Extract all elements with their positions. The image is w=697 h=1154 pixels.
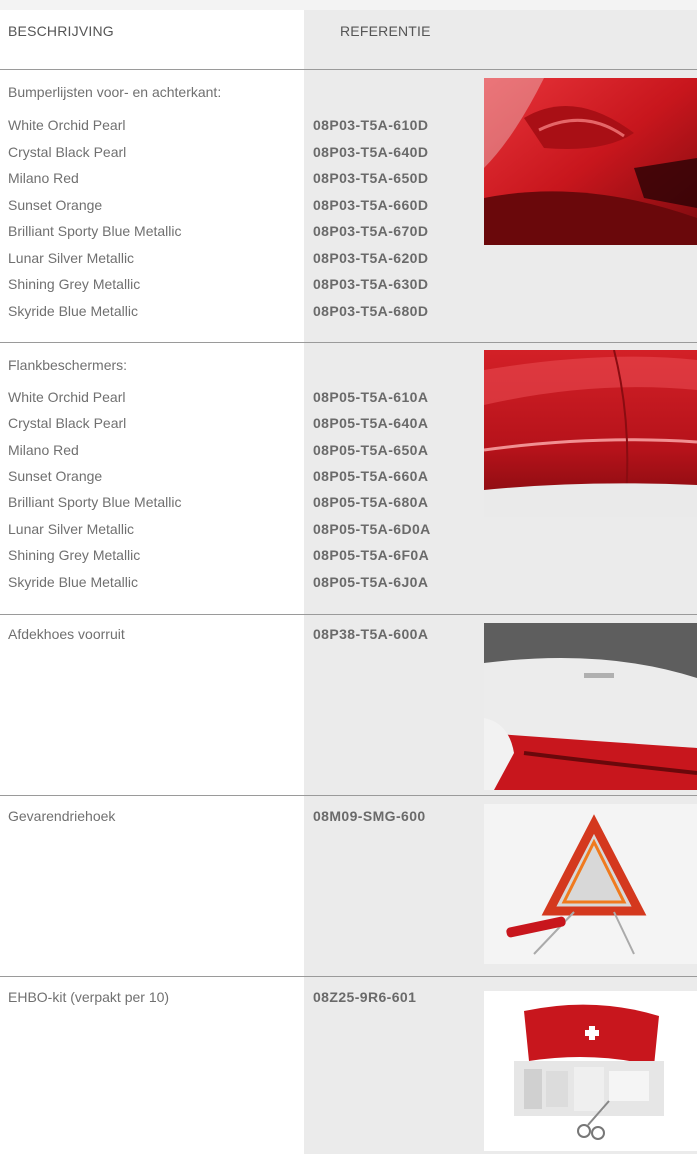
item-reference: 08P05-T5A-610A [313, 389, 429, 405]
section-side-protectors: Flankbeschermers: White Orchid Pearl 08P… [0, 343, 697, 614]
item-reference: 08P03-T5A-650D [313, 170, 429, 186]
item-reference: 08P03-T5A-660D [313, 197, 429, 213]
reference-column-header: REFERENTIE [340, 23, 431, 39]
section-first-aid-kit: EHBO-kit (verpakt per 10) 08Z25-9R6-601 [0, 977, 697, 1154]
item-label: Milano Red [8, 170, 79, 186]
warning-triangle-photo [484, 804, 697, 964]
item-reference: 08P05-T5A-640A [313, 415, 429, 431]
item-reference: 08P05-T5A-6J0A [313, 574, 429, 590]
item-label: Shining Grey Metallic [8, 547, 141, 563]
item-label: Skyride Blue Metallic [8, 574, 138, 590]
item-reference: 08P38-T5A-600A [313, 626, 429, 642]
item-label: Sunset Orange [8, 197, 103, 213]
item-reference: 08P03-T5A-630D [313, 276, 429, 292]
item-label: Crystal Black Pearl [8, 144, 127, 160]
item-label: Sunset Orange [8, 468, 103, 484]
item-reference: 08P03-T5A-640D [313, 144, 429, 160]
section-bumper-strips: Bumperlijsten voor- en achterkant: White… [0, 70, 697, 342]
item-reference: 08Z25-9R6-601 [313, 989, 417, 1005]
item-reference: 08P03-T5A-620D [313, 250, 429, 266]
item-reference: 08P05-T5A-680A [313, 494, 429, 510]
section-title: Flankbeschermers: [8, 357, 128, 373]
item-label: White Orchid Pearl [8, 117, 126, 133]
item-reference: 08M09-SMG-600 [313, 808, 426, 824]
item-reference: 08P03-T5A-670D [313, 223, 429, 239]
item-reference: 08P05-T5A-6F0A [313, 547, 430, 563]
item-reference: 08P03-T5A-680D [313, 303, 429, 319]
section-warning-triangle: Gevarendriehoek 08M09-SMG-600 [0, 796, 697, 976]
windscreen-cover-photo [484, 623, 697, 790]
item-reference: 08P03-T5A-610D [313, 117, 429, 133]
bumper-strip-photo [484, 78, 697, 245]
section-title: Bumperlijsten voor- en achterkant: [8, 84, 222, 100]
section-title: Gevarendriehoek [8, 808, 116, 824]
item-label: Milano Red [8, 442, 79, 458]
first-aid-kit-photo [484, 991, 697, 1151]
item-label: Shining Grey Metallic [8, 276, 141, 292]
section-title: Afdekhoes voorruit [8, 626, 125, 642]
item-label: Skyride Blue Metallic [8, 303, 138, 319]
item-label: Crystal Black Pearl [8, 415, 127, 431]
item-label: White Orchid Pearl [8, 389, 126, 405]
item-label: Brilliant Sporty Blue Metallic [8, 223, 182, 239]
description-column-header: BESCHRIJVING [8, 23, 114, 39]
item-reference: 08P05-T5A-660A [313, 468, 429, 484]
top-band [0, 0, 697, 10]
section-windscreen-cover: Afdekhoes voorruit 08P38-T5A-600A [0, 615, 697, 795]
section-title: EHBO-kit (verpakt per 10) [8, 989, 170, 1005]
item-reference: 08P05-T5A-650A [313, 442, 429, 458]
side-protector-photo [484, 350, 697, 517]
item-label: Brilliant Sporty Blue Metallic [8, 494, 182, 510]
item-label: Lunar Silver Metallic [8, 250, 135, 266]
item-reference: 08P05-T5A-6D0A [313, 521, 431, 537]
item-label: Lunar Silver Metallic [8, 521, 135, 537]
